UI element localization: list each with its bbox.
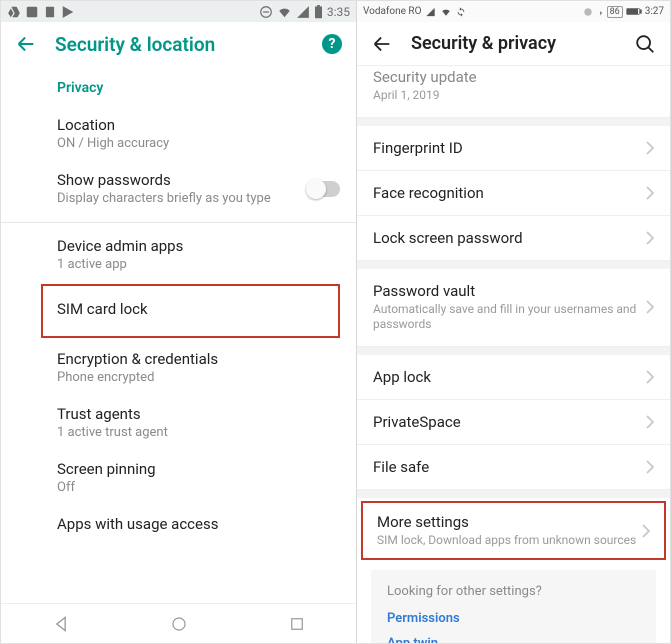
item-subtitle: Display characters briefly as you type (57, 191, 306, 206)
item-title: PrivateSpace (373, 413, 646, 431)
bluetooth-icon (596, 7, 604, 17)
item-subtitle: Phone encrypted (57, 370, 340, 385)
section-gap (357, 490, 670, 498)
item-title: Password vault (373, 282, 646, 300)
signal-icon (425, 7, 436, 17)
link-app-twin[interactable]: App twin (387, 636, 640, 643)
wifi-icon (277, 5, 292, 19)
help-icon[interactable]: ? (322, 34, 342, 54)
nfc-icon (583, 7, 593, 17)
dnd-icon (259, 5, 273, 19)
status-bar: Vodafone RO 86 3:27 (357, 1, 670, 22)
item-file-safe[interactable]: File safe (357, 445, 670, 490)
carrier-label: Vodafone RO (363, 6, 421, 17)
back-nav-icon[interactable] (51, 614, 71, 634)
status-bar: 3:35 (1, 1, 356, 22)
item-subtitle: ON / High accuracy (57, 136, 340, 151)
back-arrow-icon[interactable] (371, 33, 393, 55)
item-title: Security update (373, 68, 654, 86)
chevron-right-icon (646, 141, 654, 155)
item-title: Apps with usage access (57, 515, 340, 533)
item-lock-screen-password[interactable]: Lock screen password (357, 216, 670, 261)
item-title: SIM card lock (57, 300, 332, 318)
section-gap (357, 347, 670, 355)
item-subtitle: 1 active app (57, 257, 340, 272)
wifi-icon (440, 7, 452, 17)
battery-icon (314, 5, 323, 19)
header-bar: Security & privacy (357, 22, 670, 66)
chevron-right-icon (646, 460, 654, 474)
battery-icon (626, 7, 642, 16)
item-device-admin[interactable]: Device admin apps 1 active app (1, 227, 356, 282)
image-icon (25, 5, 39, 19)
item-password-vault[interactable]: Password vault Automatically save and fi… (357, 269, 670, 347)
signal-icon (296, 5, 310, 19)
item-title: Screen pinning (57, 460, 340, 478)
chevron-right-icon (646, 415, 654, 429)
chevron-right-icon (646, 186, 654, 200)
home-nav-icon[interactable] (170, 615, 188, 633)
status-time: 3:27 (645, 6, 664, 17)
settings-list[interactable]: Privacy Location ON / High accuracy Show… (1, 66, 356, 603)
section-gap (357, 261, 670, 269)
item-title: Lock screen password (373, 229, 646, 247)
navigation-bar (1, 603, 356, 643)
battery-percent: 86 (607, 6, 623, 18)
doc-icon (43, 5, 57, 19)
item-subtitle: Off (57, 480, 340, 495)
footer-other-settings: Looking for other settings? Permissions … (371, 570, 656, 643)
item-privatespace[interactable]: PrivateSpace (357, 400, 670, 445)
item-title: Show passwords (57, 171, 306, 189)
item-title: Encryption & credentials (57, 350, 340, 368)
page-title: Security & privacy (411, 33, 556, 54)
chevron-right-icon (646, 300, 654, 314)
item-screen-pinning[interactable]: Screen pinning Off (1, 450, 356, 505)
item-fingerprint[interactable]: Fingerprint ID (357, 126, 670, 171)
item-subtitle: Automatically save and fill in your user… (373, 302, 646, 333)
chevron-right-icon (646, 370, 654, 384)
item-subtitle: SIM lock, Download apps from unknown sou… (377, 533, 642, 549)
play-icon (61, 5, 75, 19)
status-time: 3:35 (327, 5, 350, 19)
item-show-passwords[interactable]: Show passwords Display characters briefl… (1, 161, 356, 218)
item-title: Device admin apps (57, 237, 340, 255)
item-title: Trust agents (57, 405, 340, 423)
item-more-settings-highlighted[interactable]: More settings SIM lock, Download apps fr… (361, 501, 666, 561)
item-app-lock[interactable]: App lock (357, 355, 670, 400)
item-subtitle: 1 active trust agent (57, 425, 340, 440)
item-subtitle: April 1, 2019 (373, 88, 654, 104)
item-title: Fingerprint ID (373, 139, 646, 157)
chevron-right-icon (642, 524, 650, 538)
recent-nav-icon[interactable] (288, 615, 306, 633)
item-trust-agents[interactable]: Trust agents 1 active trust agent (1, 395, 356, 450)
settings-list[interactable]: Security update April 1, 2019 Fingerprin… (357, 66, 670, 643)
section-gap (357, 118, 670, 126)
item-title: More settings (377, 513, 642, 531)
item-security-update[interactable]: Security update April 1, 2019 (357, 66, 670, 118)
sync-icon (456, 7, 466, 17)
item-face-recognition[interactable]: Face recognition (357, 171, 670, 216)
header-bar: Security & location ? (1, 22, 356, 66)
toggle-switch[interactable] (306, 181, 340, 197)
item-title: App lock (373, 368, 646, 386)
emui-settings-screen: Vodafone RO 86 3:27 Security & privacy S… (357, 1, 670, 643)
chevron-right-icon (646, 231, 654, 245)
footer-question: Looking for other settings? (387, 584, 640, 599)
item-apps-usage[interactable]: Apps with usage access (1, 505, 356, 535)
section-label-privacy: Privacy (1, 66, 356, 106)
item-title: Location (57, 116, 340, 134)
item-sim-card-lock-highlighted[interactable]: SIM card lock (41, 284, 340, 338)
android-stock-settings-screen: 3:35 Security & location ? Privacy Locat… (1, 1, 357, 643)
drive-icon (7, 5, 21, 19)
item-title: File safe (373, 458, 646, 476)
divider (1, 222, 356, 223)
search-icon[interactable] (634, 33, 656, 55)
item-title: Face recognition (373, 184, 646, 202)
page-title: Security & location (55, 33, 215, 56)
back-arrow-icon[interactable] (15, 33, 37, 55)
link-permissions[interactable]: Permissions (387, 611, 640, 626)
item-encryption[interactable]: Encryption & credentials Phone encrypted (1, 340, 356, 395)
item-location[interactable]: Location ON / High accuracy (1, 106, 356, 161)
